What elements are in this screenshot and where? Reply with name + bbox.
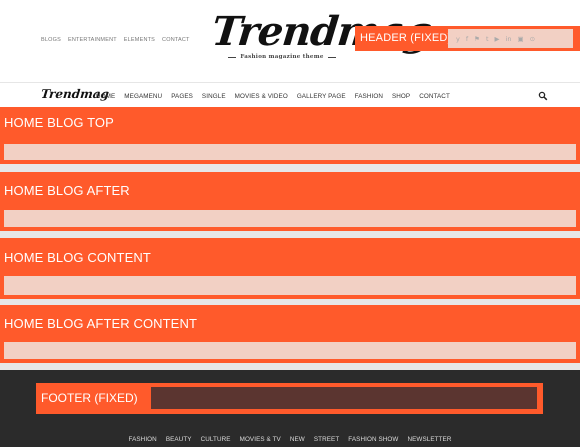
divider: [0, 164, 580, 172]
youtube-icon[interactable]: ▶: [495, 35, 500, 43]
top-links: BLOGS ENTERTAINMENT ELEMENTS CONTACT: [41, 37, 190, 43]
header-fixed-region: HEADER (FIXED) y f ⚑ t ▶ in ▣ ⊙: [355, 26, 580, 51]
nav-item-pages[interactable]: PAGES: [171, 93, 193, 100]
block-home-blog-content: HOME BLOG CONTENT: [0, 238, 580, 299]
footer-links: FASHION BEAUTY CULTURE MOVIES & TV NEW S…: [0, 436, 580, 443]
nav-item-gallery-page[interactable]: GALLERY PAGE: [297, 93, 346, 100]
footer-link-street[interactable]: STREET: [314, 436, 339, 443]
block-home-blog-after-content: HOME BLOG AFTER CONTENT: [0, 305, 580, 363]
search-icon[interactable]: [538, 91, 548, 101]
nav-item-shop[interactable]: SHOP: [392, 93, 410, 100]
nav-item-megamenu[interactable]: MEGAMENU: [124, 93, 162, 100]
block-area: [4, 210, 576, 227]
tagline-dash-right: [327, 56, 336, 58]
twitter-icon[interactable]: y: [456, 35, 460, 43]
top-link-contact[interactable]: CONTACT: [162, 37, 190, 43]
tumblr-icon[interactable]: t: [486, 35, 489, 43]
site-logo[interactable]: Trendmag Fashion magazine theme: [210, 8, 434, 70]
nav-menu: HOME MEGAMENU PAGES SINGLE MOVIES & VIDE…: [96, 93, 450, 100]
top-link-elements[interactable]: ELEMENTS: [124, 37, 155, 43]
block-label: HOME BLOG TOP: [0, 107, 142, 139]
block-area: [4, 276, 576, 295]
nav-item-home[interactable]: HOME: [96, 93, 115, 100]
nav-item-single[interactable]: SINGLE: [202, 93, 226, 100]
block-label: HOME BLOG CONTENT: [0, 242, 176, 274]
top-link-entertainment[interactable]: ENTERTAINMENT: [68, 37, 117, 43]
facebook-icon[interactable]: f: [466, 35, 468, 43]
block-area: [4, 144, 576, 160]
block-label: HOME BLOG AFTER CONTENT: [0, 308, 262, 340]
footer-fixed-region: FOOTER (FIXED): [36, 383, 543, 414]
block-area: [4, 342, 576, 359]
nav-item-fashion[interactable]: FASHION: [355, 93, 383, 100]
footer-link-fashion-show[interactable]: FASHION SHOW: [348, 436, 398, 443]
footer-link-fashion[interactable]: FASHION: [128, 436, 156, 443]
footer-link-newsletter[interactable]: NEWSLETTER: [407, 436, 451, 443]
footer-fixed-area: [151, 387, 537, 409]
top-link-blogs[interactable]: BLOGS: [41, 37, 61, 43]
pinterest-icon[interactable]: ⊙: [530, 35, 535, 43]
main-nav: Trendmag HOME MEGAMENU PAGES SINGLE MOVI…: [0, 82, 580, 110]
social-icons-bar: y f ⚑ t ▶ in ▣ ⊙: [448, 29, 573, 48]
footer-link-beauty[interactable]: BEAUTY: [166, 436, 192, 443]
instagram-icon[interactable]: ▣: [517, 35, 523, 43]
footer-link-movies-tv[interactable]: MOVIES & TV: [240, 436, 281, 443]
footer-link-new[interactable]: NEW: [290, 436, 305, 443]
top-header: BLOGS ENTERTAINMENT ELEMENTS CONTACT Tre…: [0, 0, 580, 82]
divider: [0, 231, 580, 238]
block-label: HOME BLOG AFTER: [0, 175, 142, 207]
divider: [0, 363, 580, 370]
nav-item-contact[interactable]: CONTACT: [419, 93, 450, 100]
footer-link-culture[interactable]: CULTURE: [201, 436, 231, 443]
footer-fixed-label: FOOTER (FIXED): [41, 391, 138, 405]
footer: FOOTER (FIXED) FASHION BEAUTY CULTURE MO…: [0, 370, 580, 447]
block-home-blog-after: HOME BLOG AFTER: [0, 172, 580, 231]
linkedin-icon[interactable]: in: [506, 35, 512, 43]
tagline-dash-left: [228, 56, 237, 58]
block-home-blog-top: HOME BLOG TOP: [0, 107, 580, 164]
header-fixed-label: HEADER (FIXED): [360, 32, 452, 44]
rss-icon[interactable]: ⚑: [474, 35, 480, 43]
nav-item-movies-video[interactable]: MOVIES & VIDEO: [235, 93, 288, 100]
